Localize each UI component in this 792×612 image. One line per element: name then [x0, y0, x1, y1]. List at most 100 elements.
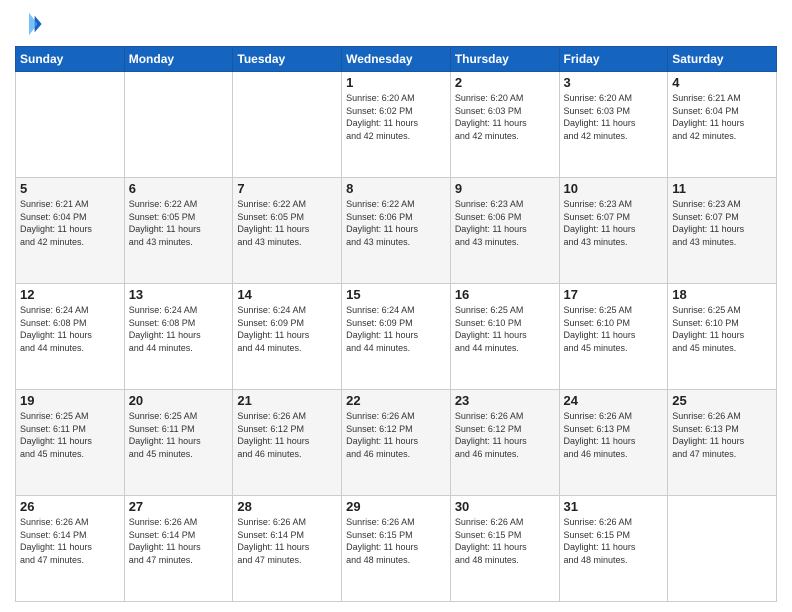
- day-number: 3: [564, 75, 664, 90]
- day-number: 24: [564, 393, 664, 408]
- day-info: Sunrise: 6:26 AM Sunset: 6:14 PM Dayligh…: [20, 516, 120, 566]
- calendar-cell: [233, 72, 342, 178]
- calendar-cell: 12 Sunrise: 6:24 AM Sunset: 6:08 PM Dayli…: [16, 284, 125, 390]
- weekday-header-thursday: Thursday: [450, 47, 559, 72]
- weekday-header-row: SundayMondayTuesdayWednesdayThursdayFrid…: [16, 47, 777, 72]
- week-row-2: 5 Sunrise: 6:21 AM Sunset: 6:04 PM Daylig…: [16, 178, 777, 284]
- calendar-cell: 28 Sunrise: 6:26 AM Sunset: 6:14 PM Dayli…: [233, 496, 342, 602]
- calendar-cell: 1 Sunrise: 6:20 AM Sunset: 6:02 PM Daylig…: [342, 72, 451, 178]
- day-info: Sunrise: 6:24 AM Sunset: 6:09 PM Dayligh…: [346, 304, 446, 354]
- day-info: Sunrise: 6:26 AM Sunset: 6:14 PM Dayligh…: [237, 516, 337, 566]
- day-info: Sunrise: 6:20 AM Sunset: 6:03 PM Dayligh…: [564, 92, 664, 142]
- day-info: Sunrise: 6:25 AM Sunset: 6:10 PM Dayligh…: [564, 304, 664, 354]
- day-number: 13: [129, 287, 229, 302]
- day-number: 19: [20, 393, 120, 408]
- calendar-cell: [16, 72, 125, 178]
- day-info: Sunrise: 6:26 AM Sunset: 6:13 PM Dayligh…: [672, 410, 772, 460]
- day-number: 17: [564, 287, 664, 302]
- calendar-cell: 23 Sunrise: 6:26 AM Sunset: 6:12 PM Dayli…: [450, 390, 559, 496]
- calendar-cell: 19 Sunrise: 6:25 AM Sunset: 6:11 PM Dayli…: [16, 390, 125, 496]
- calendar-cell: 7Sunrise: 6:22 AM Sunset: 6:05 PM Daylig…: [233, 178, 342, 284]
- calendar-cell: 29 Sunrise: 6:26 AM Sunset: 6:15 PM Dayli…: [342, 496, 451, 602]
- day-number: 11: [672, 181, 772, 196]
- day-info: Sunrise: 6:24 AM Sunset: 6:08 PM Dayligh…: [129, 304, 229, 354]
- day-info: Sunrise: 6:26 AM Sunset: 6:12 PM Dayligh…: [237, 410, 337, 460]
- calendar-cell: [668, 496, 777, 602]
- logo: [15, 10, 47, 38]
- day-info: Sunrise: 6:25 AM Sunset: 6:11 PM Dayligh…: [129, 410, 229, 460]
- calendar-cell: 16 Sunrise: 6:25 AM Sunset: 6:10 PM Dayli…: [450, 284, 559, 390]
- day-info: Sunrise: 6:22 AM Sunset: 6:05 PM Dayligh…: [129, 198, 229, 248]
- day-number: 22: [346, 393, 446, 408]
- day-info: Sunrise: 6:26 AM Sunset: 6:15 PM Dayligh…: [346, 516, 446, 566]
- day-info: Sunrise: 6:21 AM Sunset: 6:04 PM Dayligh…: [672, 92, 772, 142]
- calendar-cell: 6 Sunrise: 6:22 AM Sunset: 6:05 PM Daylig…: [124, 178, 233, 284]
- day-info: Sunrise: 6:20 AM Sunset: 6:02 PM Dayligh…: [346, 92, 446, 142]
- day-info: Sunrise: 6:23 AM Sunset: 6:07 PM Dayligh…: [672, 198, 772, 248]
- calendar-cell: 21 Sunrise: 6:26 AM Sunset: 6:12 PM Dayli…: [233, 390, 342, 496]
- day-info: Sunrise: 6:26 AM Sunset: 6:12 PM Dayligh…: [455, 410, 555, 460]
- weekday-header-saturday: Saturday: [668, 47, 777, 72]
- week-row-5: 26Sunrise: 6:26 AM Sunset: 6:14 PM Dayli…: [16, 496, 777, 602]
- weekday-header-monday: Monday: [124, 47, 233, 72]
- day-number: 21: [237, 393, 337, 408]
- header: [15, 10, 777, 38]
- calendar-cell: 2Sunrise: 6:20 AM Sunset: 6:03 PM Daylig…: [450, 72, 559, 178]
- week-row-4: 19 Sunrise: 6:25 AM Sunset: 6:11 PM Dayli…: [16, 390, 777, 496]
- weekday-header-tuesday: Tuesday: [233, 47, 342, 72]
- day-info: Sunrise: 6:25 AM Sunset: 6:11 PM Dayligh…: [20, 410, 120, 460]
- day-number: 27: [129, 499, 229, 514]
- calendar-cell: 27 Sunrise: 6:26 AM Sunset: 6:14 PM Dayli…: [124, 496, 233, 602]
- calendar-cell: 4 Sunrise: 6:21 AM Sunset: 6:04 PM Daylig…: [668, 72, 777, 178]
- day-info: Sunrise: 6:26 AM Sunset: 6:12 PM Dayligh…: [346, 410, 446, 460]
- day-number: 18: [672, 287, 772, 302]
- calendar-cell: 22 Sunrise: 6:26 AM Sunset: 6:12 PM Dayli…: [342, 390, 451, 496]
- weekday-header-sunday: Sunday: [16, 47, 125, 72]
- day-number: 29: [346, 499, 446, 514]
- day-number: 4: [672, 75, 772, 90]
- weekday-header-friday: Friday: [559, 47, 668, 72]
- day-info: Sunrise: 6:26 AM Sunset: 6:15 PM Dayligh…: [455, 516, 555, 566]
- calendar-cell: 10Sunrise: 6:23 AM Sunset: 6:07 PM Dayli…: [559, 178, 668, 284]
- day-info: Sunrise: 6:21 AM Sunset: 6:04 PM Dayligh…: [20, 198, 120, 248]
- day-number: 16: [455, 287, 555, 302]
- day-number: 1: [346, 75, 446, 90]
- day-number: 15: [346, 287, 446, 302]
- logo-icon: [15, 10, 43, 38]
- day-number: 12: [20, 287, 120, 302]
- calendar-cell: 17 Sunrise: 6:25 AM Sunset: 6:10 PM Dayli…: [559, 284, 668, 390]
- calendar-cell: 8 Sunrise: 6:22 AM Sunset: 6:06 PM Daylig…: [342, 178, 451, 284]
- day-number: 10: [564, 181, 664, 196]
- day-number: 31: [564, 499, 664, 514]
- calendar-cell: 31 Sunrise: 6:26 AM Sunset: 6:15 PM Dayli…: [559, 496, 668, 602]
- day-info: Sunrise: 6:24 AM Sunset: 6:08 PM Dayligh…: [20, 304, 120, 354]
- calendar-cell: 25Sunrise: 6:26 AM Sunset: 6:13 PM Dayli…: [668, 390, 777, 496]
- calendar-cell: 24 Sunrise: 6:26 AM Sunset: 6:13 PM Dayli…: [559, 390, 668, 496]
- day-info: Sunrise: 6:22 AM Sunset: 6:05 PM Dayligh…: [237, 198, 337, 248]
- day-info: Sunrise: 6:25 AM Sunset: 6:10 PM Dayligh…: [455, 304, 555, 354]
- calendar-cell: 5 Sunrise: 6:21 AM Sunset: 6:04 PM Daylig…: [16, 178, 125, 284]
- calendar-cell: 9Sunrise: 6:23 AM Sunset: 6:06 PM Daylig…: [450, 178, 559, 284]
- calendar-cell: 3 Sunrise: 6:20 AM Sunset: 6:03 PM Daylig…: [559, 72, 668, 178]
- calendar-cell: 13 Sunrise: 6:24 AM Sunset: 6:08 PM Dayli…: [124, 284, 233, 390]
- weekday-header-wednesday: Wednesday: [342, 47, 451, 72]
- day-info: Sunrise: 6:26 AM Sunset: 6:13 PM Dayligh…: [564, 410, 664, 460]
- day-number: 6: [129, 181, 229, 196]
- calendar-cell: 11 Sunrise: 6:23 AM Sunset: 6:07 PM Dayli…: [668, 178, 777, 284]
- day-number: 23: [455, 393, 555, 408]
- day-number: 2: [455, 75, 555, 90]
- week-row-3: 12 Sunrise: 6:24 AM Sunset: 6:08 PM Dayli…: [16, 284, 777, 390]
- day-number: 8: [346, 181, 446, 196]
- day-number: 5: [20, 181, 120, 196]
- day-number: 20: [129, 393, 229, 408]
- day-info: Sunrise: 6:22 AM Sunset: 6:06 PM Dayligh…: [346, 198, 446, 248]
- day-number: 30: [455, 499, 555, 514]
- day-info: Sunrise: 6:26 AM Sunset: 6:15 PM Dayligh…: [564, 516, 664, 566]
- page: SundayMondayTuesdayWednesdayThursdayFrid…: [0, 0, 792, 612]
- day-number: 14: [237, 287, 337, 302]
- calendar-cell: 30 Sunrise: 6:26 AM Sunset: 6:15 PM Dayli…: [450, 496, 559, 602]
- day-number: 9: [455, 181, 555, 196]
- day-info: Sunrise: 6:24 AM Sunset: 6:09 PM Dayligh…: [237, 304, 337, 354]
- day-number: 28: [237, 499, 337, 514]
- day-info: Sunrise: 6:26 AM Sunset: 6:14 PM Dayligh…: [129, 516, 229, 566]
